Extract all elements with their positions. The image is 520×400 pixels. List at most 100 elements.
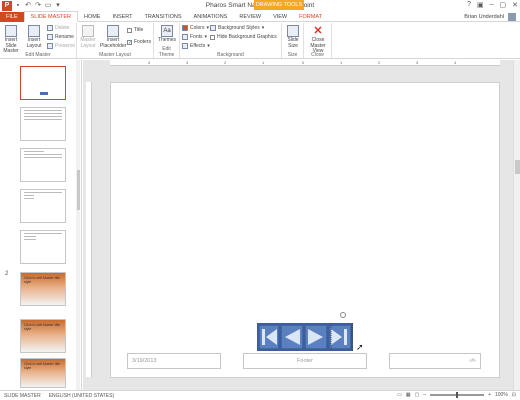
tab-view[interactable]: VIEW bbox=[267, 12, 293, 22]
zoom-out-icon[interactable]: – bbox=[423, 392, 426, 398]
ribbon-display-options-icon[interactable]: ▣ bbox=[477, 1, 484, 9]
tab-home[interactable]: HOME bbox=[78, 12, 107, 22]
group-master-layout: Master Layout Insert Placeholder Title ✓… bbox=[77, 23, 154, 58]
tab-file[interactable]: FILE bbox=[0, 11, 24, 22]
background-styles-icon bbox=[210, 25, 216, 31]
group-edit-master: Insert Slide Master Insert Layout Delete… bbox=[0, 23, 77, 58]
horizontal-ruler: 4 3 2 1 0 1 2 3 4 bbox=[110, 60, 500, 66]
insert-placeholder-button[interactable]: Insert Placeholder bbox=[100, 25, 126, 49]
mouse-pointer-icon: ➚ bbox=[356, 342, 364, 352]
page-number-placeholder[interactable]: ‹#› bbox=[389, 353, 481, 369]
footer-placeholder[interactable]: Footer bbox=[243, 353, 367, 369]
title-checkbox[interactable]: Title bbox=[127, 27, 143, 33]
group-label: Size bbox=[287, 52, 298, 58]
user-account[interactable]: Brian Underdahl bbox=[464, 13, 516, 21]
insert-layout-button[interactable]: Insert Layout bbox=[24, 25, 44, 49]
group-label: Edit Master bbox=[25, 52, 51, 58]
rename-button[interactable]: Rename bbox=[47, 34, 74, 40]
ribbon: Insert Slide Master Insert Layout Delete… bbox=[0, 22, 520, 59]
reading-view-icon[interactable]: ▢ bbox=[415, 392, 420, 398]
window-controls: ? ▣ – ▢ ✕ bbox=[467, 1, 518, 9]
insert-slide-master-icon bbox=[5, 25, 17, 37]
thumbnail-layout-1[interactable] bbox=[20, 107, 66, 141]
smart-navigator-control[interactable] bbox=[256, 321, 354, 353]
navigator-arrows-graphic bbox=[256, 321, 354, 353]
thumbnail-layout-2[interactable] bbox=[20, 148, 66, 182]
group-size: Slide Size Size bbox=[282, 23, 304, 58]
editor-scrollbar-thumb[interactable] bbox=[515, 160, 520, 174]
thumbnail-master-2[interactable]: Click to edit Master title style bbox=[20, 272, 66, 306]
thumbnail-scrollbar-thumb[interactable] bbox=[77, 170, 80, 210]
close-window-icon[interactable]: ✕ bbox=[512, 1, 518, 9]
tab-format[interactable]: FORMAT bbox=[293, 12, 328, 22]
thumbnail-pane: 2 Click to edit Master title style Click… bbox=[0, 60, 82, 390]
status-bar: SLIDE MASTER ENGLISH (UNITED STATES) ▭ ▦… bbox=[0, 390, 520, 400]
title-bar: P ▪ ↶ ↷ ▭ ▾ Pharos Smart Navigator - Pow… bbox=[0, 0, 520, 12]
title-checkbox-box bbox=[127, 27, 132, 33]
date-placeholder[interactable]: 3/19/2013 bbox=[127, 353, 221, 369]
footers-checkbox-box: ✓ bbox=[127, 39, 133, 46]
help-icon[interactable]: ? bbox=[467, 1, 471, 9]
thumbnail-scrollbar[interactable] bbox=[76, 60, 80, 390]
effects-icon bbox=[182, 43, 188, 49]
zoom-level[interactable]: 100% bbox=[495, 392, 508, 398]
group-background: Colors ▾ Fonts ▾ Effects ▾ Background Style… bbox=[180, 23, 282, 58]
thumbnail-title: Click to edit Master title style bbox=[24, 276, 61, 284]
fonts-icon bbox=[182, 34, 188, 40]
insert-slide-master-button[interactable]: Insert Slide Master bbox=[1, 25, 21, 55]
zoom-in-icon[interactable]: + bbox=[488, 392, 491, 398]
tab-transitions[interactable]: TRANSITIONS bbox=[139, 12, 188, 22]
close-master-view-button[interactable]: ✕ Close Master View bbox=[307, 25, 329, 55]
fit-slide-icon[interactable]: ⊡ bbox=[512, 392, 516, 398]
master-layout-button[interactable]: Master Layout bbox=[78, 25, 98, 49]
thumbnail-layout-4[interactable] bbox=[20, 230, 66, 264]
tab-insert[interactable]: INSERT bbox=[106, 12, 138, 22]
thumbnail-master[interactable] bbox=[20, 66, 66, 100]
normal-view-icon[interactable]: ▭ bbox=[397, 392, 402, 398]
thumbnail-layout-5[interactable]: Click to edit Master title style bbox=[20, 319, 66, 353]
slide-number: 2 bbox=[5, 271, 9, 277]
group-label: Edit Theme bbox=[158, 46, 175, 58]
preserve-button[interactable]: Preserve bbox=[47, 43, 75, 49]
footers-checkbox[interactable]: ✓ Footers bbox=[127, 39, 151, 45]
hide-background-graphics-checkbox[interactable]: Hide Background Graphics bbox=[210, 34, 277, 40]
zoom-slider[interactable] bbox=[430, 392, 485, 398]
tab-animations[interactable]: ANIMATIONS bbox=[188, 12, 234, 22]
tab-slide-master[interactable]: SLIDE MASTER bbox=[23, 11, 78, 22]
insert-placeholder-icon bbox=[107, 25, 119, 37]
effects-dropdown[interactable]: Effects ▾ bbox=[182, 43, 210, 49]
view-indicator: SLIDE MASTER bbox=[4, 393, 41, 399]
thumbnail-layout-6[interactable]: Click to edit Master title style bbox=[20, 358, 66, 388]
themes-button[interactable]: Aa Themes bbox=[157, 25, 177, 44]
drawing-tools-context-label: DRAWING TOOLS bbox=[254, 0, 304, 10]
minimize-icon[interactable]: – bbox=[490, 1, 494, 9]
background-styles-dropdown[interactable]: Background Styles ▾ bbox=[210, 25, 264, 31]
close-master-view-icon: ✕ bbox=[312, 25, 324, 37]
editor-scrollbar[interactable] bbox=[513, 60, 520, 390]
colors-icon bbox=[182, 25, 188, 31]
group-close: ✕ Close Master View Close bbox=[304, 23, 332, 58]
master-layout-icon bbox=[82, 25, 94, 37]
rotation-handle[interactable] bbox=[340, 312, 346, 318]
group-edit-theme: Aa Themes Edit Theme bbox=[154, 23, 180, 58]
group-label: Master Layout bbox=[99, 52, 131, 58]
thumbnail-layout-3[interactable] bbox=[20, 189, 66, 223]
group-label: Background bbox=[217, 52, 244, 58]
maximize-icon[interactable]: ▢ bbox=[500, 1, 507, 9]
group-label: Close bbox=[311, 52, 324, 58]
hide-background-graphics-box bbox=[210, 34, 215, 40]
tab-review[interactable]: REVIEW bbox=[233, 12, 267, 22]
thumbnail-title: Click to edit Master title style bbox=[24, 362, 61, 370]
vertical-ruler bbox=[86, 82, 92, 377]
insert-layout-icon bbox=[28, 25, 40, 37]
slide-size-button[interactable]: Slide Size bbox=[283, 25, 303, 49]
slide-canvas[interactable]: ➚ 3/19/2013 Footer ‹#› bbox=[110, 82, 500, 378]
delete-button[interactable]: Delete bbox=[47, 25, 69, 31]
fonts-dropdown[interactable]: Fonts ▾ bbox=[182, 34, 207, 40]
preserve-icon bbox=[47, 43, 53, 49]
language-indicator[interactable]: ENGLISH (UNITED STATES) bbox=[49, 393, 114, 399]
avatar[interactable] bbox=[508, 13, 516, 21]
colors-dropdown[interactable]: Colors ▾ bbox=[182, 25, 209, 31]
delete-icon bbox=[47, 25, 53, 31]
slide-sorter-icon[interactable]: ▦ bbox=[406, 392, 411, 398]
